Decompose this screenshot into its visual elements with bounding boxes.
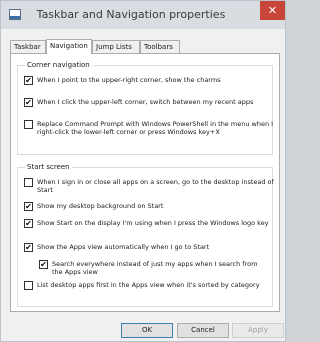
charms-label: When I point to the upper-right corner, … xyxy=(37,76,221,84)
recent-apps-checkbox[interactable]: ✔ xyxy=(24,98,33,107)
go-to-desktop-checkbox[interactable] xyxy=(24,178,33,187)
start-screen-group: Start screen When I sign in or close all… xyxy=(17,163,274,307)
desktop-background-label: Show my desktop background on Start xyxy=(37,202,164,210)
start-on-display-option[interactable]: ✔ Show Start on the display I'm using wh… xyxy=(24,219,274,237)
desktop-apps-first-label: List desktop apps first in the Apps view… xyxy=(37,281,260,289)
recent-apps-option[interactable]: ✔ When I click the upper-left corner, sw… xyxy=(24,98,274,108)
start-screen-heading: Start screen xyxy=(25,163,72,171)
tab-toolbars[interactable]: Toolbars xyxy=(140,40,180,53)
close-button[interactable]: ✕ xyxy=(260,1,285,20)
start-on-display-label: Show Start on the display I'm using when… xyxy=(37,219,269,227)
tab-taskbar[interactable]: Taskbar xyxy=(10,40,46,53)
powershell-option[interactable]: Replace Command Prompt with Windows Powe… xyxy=(24,120,274,138)
cancel-button[interactable]: Cancel xyxy=(177,323,229,338)
powershell-checkbox[interactable] xyxy=(24,120,33,129)
desktop-background-option[interactable]: ✔ Show my desktop background on Start xyxy=(24,202,274,212)
charms-option[interactable]: ✔ When I point to the upper-right corner… xyxy=(24,76,274,86)
tab-navigation[interactable]: Navigation xyxy=(46,39,92,54)
apps-view-option[interactable]: ✔ Show the Apps view automatically when … xyxy=(24,243,274,253)
apps-view-checkbox[interactable]: ✔ xyxy=(24,243,33,252)
navigation-panel: Corner navigation ✔ When I point to the … xyxy=(10,53,280,312)
start-on-display-checkbox[interactable]: ✔ xyxy=(24,219,33,228)
recent-apps-label: When I click the upper-left corner, swit… xyxy=(37,98,254,106)
charms-checkbox[interactable]: ✔ xyxy=(24,76,33,85)
search-everywhere-label: Search everywhere instead of just my app… xyxy=(52,260,258,276)
apply-button[interactable]: Apply xyxy=(232,323,284,338)
search-everywhere-option[interactable]: ✔ Search everywhere instead of just my a… xyxy=(39,260,271,278)
desktop-apps-first-option[interactable]: List desktop apps first in the Apps view… xyxy=(24,281,274,299)
go-to-desktop-label: When I sign in or close all apps on a sc… xyxy=(37,178,274,194)
properties-dialog: Taskbar and Navigation properties ✕ Task… xyxy=(0,0,286,342)
tab-jump-lists[interactable]: Jump Lists xyxy=(92,40,140,53)
tab-strip: Taskbar Navigation Jump Lists Toolbars xyxy=(10,39,280,54)
apps-view-label: Show the Apps view automatically when I … xyxy=(37,243,210,251)
window-title: Taskbar and Navigation properties xyxy=(36,8,226,21)
desktop-apps-first-checkbox[interactable] xyxy=(24,281,33,290)
title-bar: Taskbar and Navigation properties ✕ xyxy=(1,1,285,29)
corner-navigation-heading: Corner navigation xyxy=(25,61,92,69)
search-everywhere-checkbox[interactable]: ✔ xyxy=(39,260,48,269)
corner-navigation-group: Corner navigation ✔ When I point to the … xyxy=(17,61,274,155)
desktop-background-checkbox[interactable]: ✔ xyxy=(24,202,33,211)
powershell-label: Replace Command Prompt with Windows Powe… xyxy=(37,120,274,136)
ok-button[interactable]: OK xyxy=(121,323,173,338)
go-to-desktop-option[interactable]: When I sign in or close all apps on a sc… xyxy=(24,178,274,196)
